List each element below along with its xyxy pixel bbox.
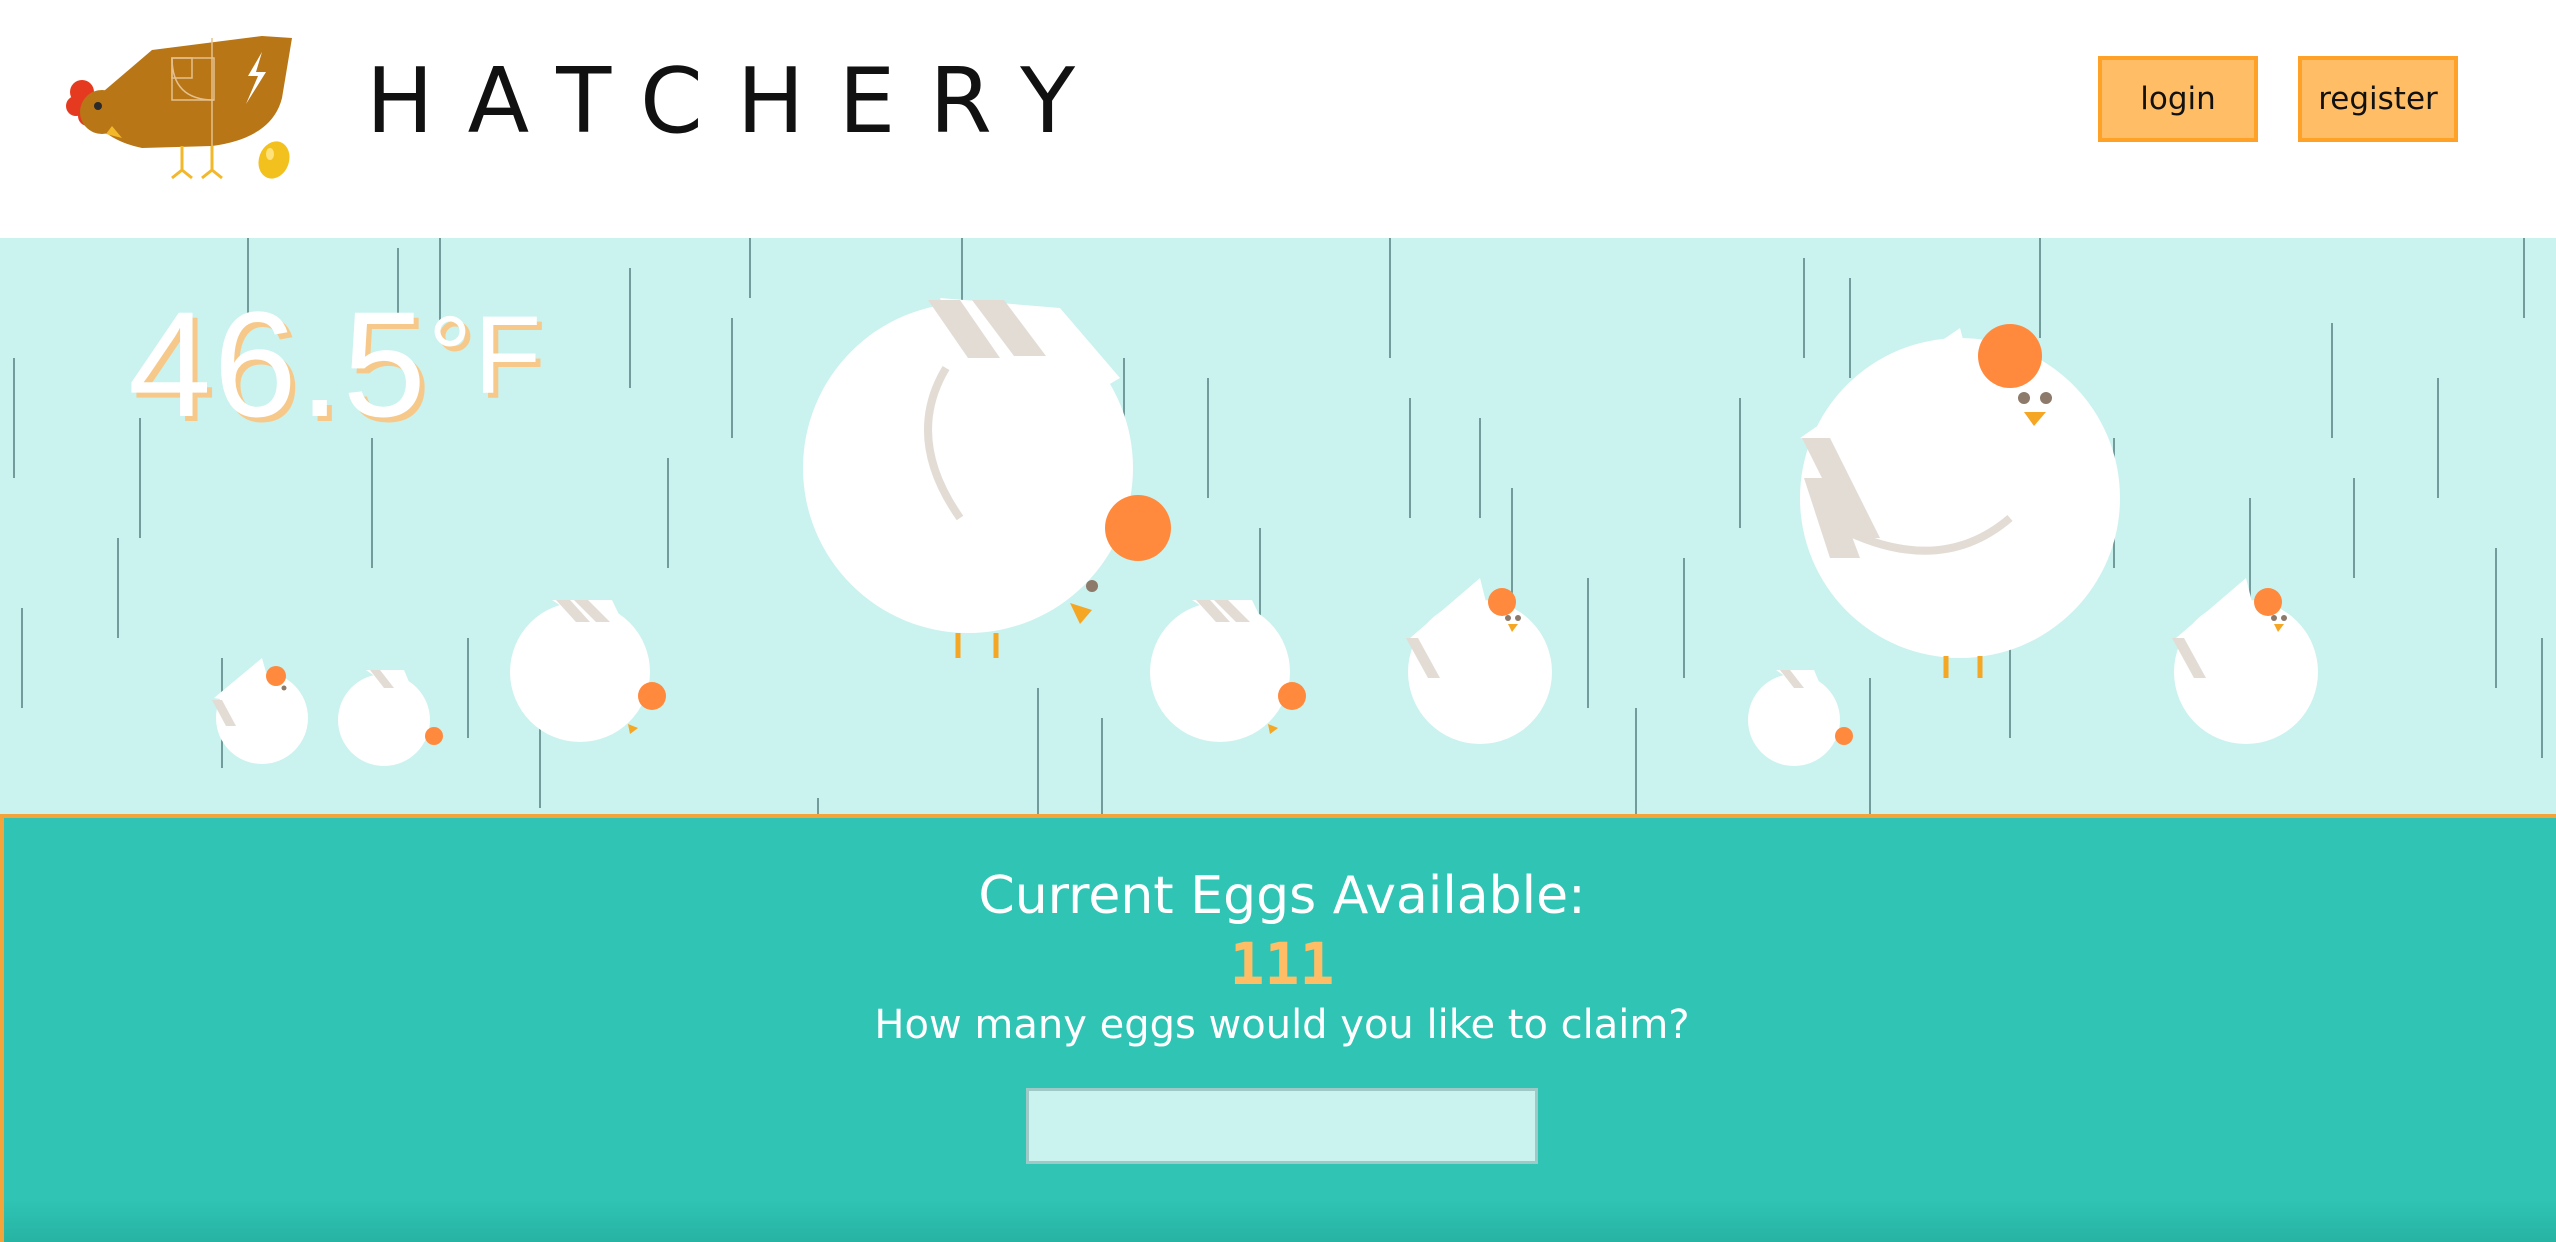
weather-scene: 46.5°F — [0, 238, 2556, 814]
temperature-readout: 46.5°F — [128, 278, 543, 451]
register-button[interactable]: register — [2298, 56, 2458, 142]
brand-title: HATCHERY — [366, 49, 1110, 154]
egg-claim-panel: Current Eggs Available: 111 How many egg… — [0, 814, 2556, 1242]
eggs-available-heading: Current Eggs Available: — [978, 866, 1586, 926]
eggs-available-count: 111 — [1229, 930, 1335, 998]
temperature-unit: °F — [427, 294, 544, 417]
claim-question: How many eggs would you like to claim? — [874, 1002, 1690, 1048]
site-header: HATCHERY login register — [0, 0, 2556, 238]
hatchery-logo-icon[interactable] — [62, 28, 302, 188]
temperature-value: 46.5 — [128, 280, 428, 448]
claim-eggs-input[interactable] — [1026, 1088, 1538, 1164]
login-button[interactable]: login — [2098, 56, 2258, 142]
